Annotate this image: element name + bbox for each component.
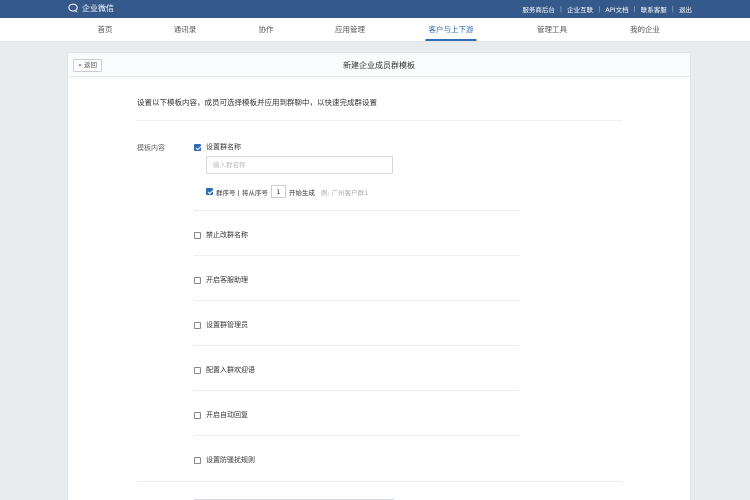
link-enterprise-interconnect[interactable]: 企业互联	[567, 4, 593, 14]
divider	[194, 435, 519, 436]
link-api-docs[interactable]: API文档	[605, 4, 628, 14]
section-label: 模板内容	[137, 144, 165, 152]
nav-my-enterprise[interactable]: 我的企业	[630, 18, 660, 41]
sequence-row: 群序号 | 将从序号 开始生成 例: 广州客户群1	[206, 185, 368, 198]
option-label: 设置群名称	[206, 143, 241, 151]
intro-text: 设置以下模板内容，成员可选择模板并应用到群聊中，以快速完成群设置	[137, 98, 377, 107]
card-header: « 返回 新建企业成员群模板	[68, 53, 690, 77]
checkbox-anti-harassment[interactable]	[194, 456, 201, 464]
nav-collaboration[interactable]: 协作	[259, 18, 274, 41]
top-bar: 企业微信 服务商后台 | 企业互联 | API文档 | 联系客服 | 退出	[0, 0, 750, 18]
checkbox-auto-reply[interactable]	[194, 411, 201, 419]
link-contact-support[interactable]: 联系客服	[641, 4, 667, 14]
checkbox-set-group-admin[interactable]	[194, 321, 201, 329]
option-set-group-admin[interactable]: 设置群管理员	[194, 320, 248, 330]
checkbox-customer-service-assistant[interactable]	[194, 276, 201, 284]
divider	[137, 120, 622, 121]
separator: |	[633, 5, 636, 13]
sequence-example: 例: 广州客户群1	[320, 188, 369, 197]
checkbox-welcome-message[interactable]	[194, 366, 201, 374]
divider	[194, 345, 519, 346]
brand[interactable]: 企业微信	[68, 3, 114, 14]
main-nav: 首页 通讯录 协作 应用管理 客户与上下游 管理工具 我的企业	[0, 18, 750, 42]
nav-management-tools[interactable]: 管理工具	[537, 18, 567, 41]
option-anti-harassment[interactable]: 设置防骚扰规则	[194, 455, 255, 465]
option-label: 开启自动回复	[206, 411, 248, 419]
separator: |	[671, 5, 674, 13]
option-customer-service-assistant[interactable]: 开启客服助理	[194, 275, 248, 285]
sequence-start-input[interactable]	[270, 185, 286, 198]
separator: |	[559, 5, 563, 13]
option-forbid-rename[interactable]: 禁止改群名称	[194, 230, 248, 240]
sequence-suffix: 开始生成	[288, 188, 315, 197]
link-logout[interactable]: 退出	[679, 4, 692, 14]
option-label: 设置群管理员	[206, 321, 248, 329]
option-welcome-message[interactable]: 配置入群欢迎语	[194, 365, 255, 375]
nav-contacts[interactable]: 通讯录	[174, 18, 197, 41]
nav-home[interactable]: 首页	[98, 18, 113, 41]
page-title: 新建企业成员群模板	[343, 61, 415, 70]
option-set-group-name[interactable]: 设置群名称	[194, 142, 241, 152]
nav-customers-partners[interactable]: 客户与上下游	[425, 18, 477, 41]
sequence-prefix: 群序号 | 将从序号	[216, 188, 268, 197]
option-label: 配置入群欢迎语	[206, 366, 255, 374]
divider	[137, 481, 622, 482]
link-service-console[interactable]: 服务商后台	[522, 4, 555, 14]
checkbox-set-group-name[interactable]	[194, 143, 201, 151]
option-label: 设置防骚扰规则	[206, 456, 255, 464]
group-name-input[interactable]	[206, 156, 393, 174]
brand-name: 企业微信	[82, 4, 114, 13]
checkbox-forbid-rename[interactable]	[194, 231, 201, 239]
option-label: 开启客服助理	[206, 276, 248, 284]
separator: |	[598, 5, 601, 13]
divider	[194, 390, 519, 391]
divider	[194, 255, 519, 256]
divider	[194, 300, 519, 301]
option-label: 禁止改群名称	[206, 231, 248, 239]
option-auto-reply[interactable]: 开启自动回复	[194, 410, 248, 420]
divider	[194, 210, 519, 211]
chat-bubble-logo-icon	[68, 3, 78, 13]
checkbox-group-sequence[interactable]	[206, 188, 213, 195]
template-card: « 返回 新建企业成员群模板 设置以下模板内容，成员可选择模板并应用到群聊中，以…	[67, 52, 691, 500]
top-links: 服务商后台 | 企业互联 | API文档 | 联系客服 | 退出	[522, 4, 692, 14]
nav-app-management[interactable]: 应用管理	[335, 18, 365, 41]
